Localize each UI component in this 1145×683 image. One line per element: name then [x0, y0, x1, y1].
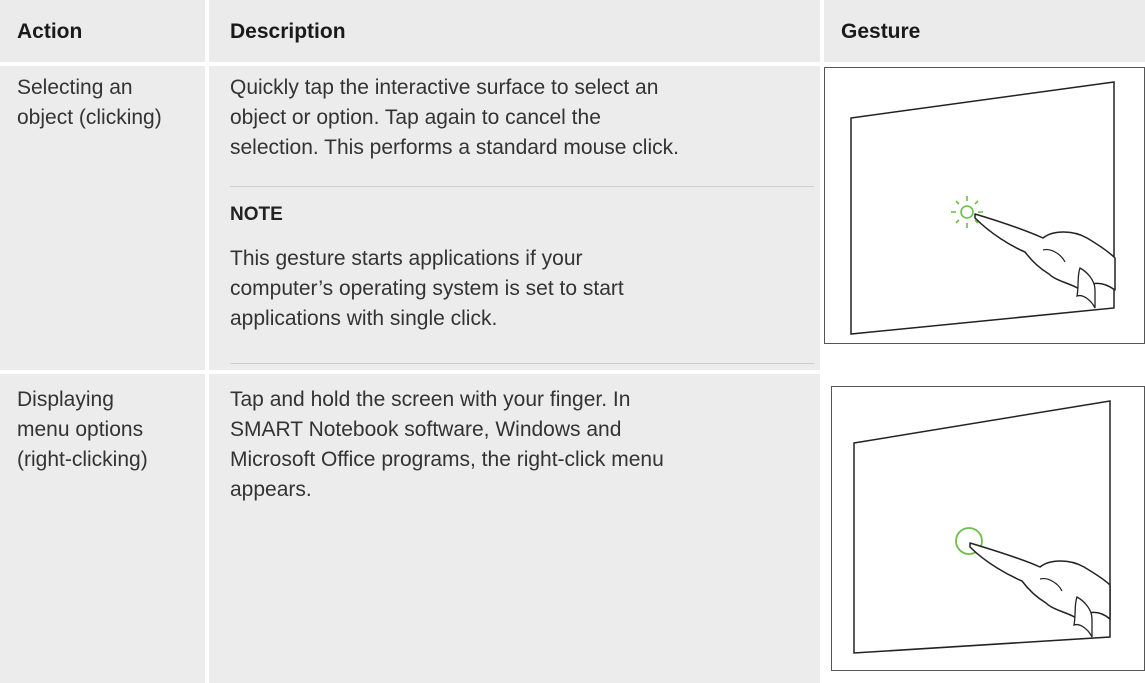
note-text: This gesture starts applications if your…: [230, 244, 810, 334]
row-2-action-line-3: (right-clicking): [17, 448, 148, 471]
row-2-description-cell: Tap and hold the screen with your finger…: [209, 374, 820, 683]
note-divider-bottom: [230, 363, 814, 364]
row-2-description-line-2: SMART Notebook software, Windows and: [230, 418, 622, 441]
row-1-gesture-cell: [824, 66, 1145, 370]
note-text-line-1: This gesture starts applications if your: [230, 247, 583, 270]
header-action-label: Action: [17, 20, 83, 43]
row-1-description-line-2: object or option. Tap again to cancel th…: [230, 106, 601, 129]
row-2-action-cell: Displaying menu options (right-clicking): [0, 374, 205, 683]
note-text-line-2: computer’s operating system is set to st…: [230, 277, 624, 300]
row-1-description-line-3: selection. This performs a standard mous…: [230, 136, 679, 159]
row-2-action-line-1: Displaying: [17, 388, 114, 411]
row-2-description-line-3: Microsoft Office programs, the right-cli…: [230, 448, 664, 471]
row-2-description-line-1: Tap and hold the screen with your finger…: [230, 388, 631, 411]
press-and-hold-gesture-icon: [831, 386, 1145, 671]
row-1-action-line-1: Selecting an: [17, 76, 133, 99]
header-description-label: Description: [230, 20, 346, 43]
note-divider-top: [230, 186, 814, 187]
header-description: Description: [209, 0, 820, 62]
header-gesture-label: Gesture: [841, 20, 921, 43]
note-title: NOTE: [230, 204, 283, 225]
row-1-action-line-2: object (clicking): [17, 106, 162, 129]
tap-gesture-icon: [824, 67, 1145, 344]
row-2-action-line-2: menu options: [17, 418, 144, 441]
note-text-line-3: applications with single click.: [230, 307, 498, 330]
row-2-gesture-cell: [824, 374, 1145, 683]
row-2-description-line-4: appears.: [230, 478, 312, 501]
row-1-description-line-1: Quickly tap the interactive surface to s…: [230, 76, 659, 99]
header-gesture: Gesture: [824, 0, 1145, 62]
header-action: Action: [0, 0, 205, 62]
row-1-action-cell: Selecting an object (clicking): [0, 66, 205, 370]
